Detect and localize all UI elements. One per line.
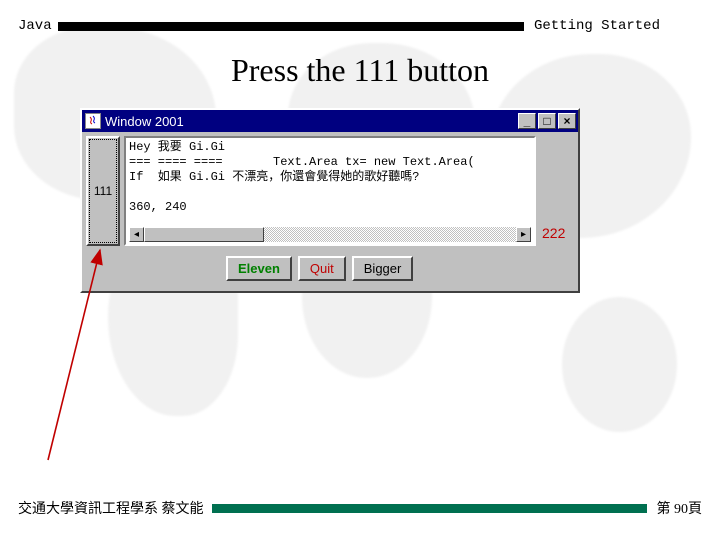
111-button[interactable]: 111 [86, 136, 120, 246]
footer-divider [212, 504, 647, 513]
footer-left: 交通大學資訊工程學系 蔡文能 [18, 498, 204, 518]
eleven-button[interactable]: Eleven [226, 256, 292, 281]
header-divider [58, 22, 524, 31]
titlebar-text: Window 2001 [105, 114, 516, 129]
slide-title: Press the 111 button [0, 52, 720, 89]
textarea-content: Hey 我要 Gi.Gi === ==== ==== Text.Area tx=… [129, 140, 531, 224]
header-right: Getting Started [534, 18, 660, 34]
quit-button[interactable]: Quit [298, 256, 346, 281]
close-button[interactable]: × [558, 113, 576, 129]
window-client: 111 Hey 我要 Gi.Gi === ==== ==== Text.Area… [82, 132, 578, 291]
maximize-button[interactable]: □ [538, 113, 556, 129]
scroll-right-button[interactable]: ▸ [516, 227, 531, 242]
header-left: Java [18, 18, 52, 34]
slide-footer: 交通大學資訊工程學系 蔡文能 第 90頁 [18, 498, 702, 518]
slide-header: Java Getting Started [18, 18, 660, 34]
titlebar[interactable]: Window 2001 _ □ × [82, 110, 578, 132]
java-cup-icon [85, 113, 101, 129]
bigger-button[interactable]: Bigger [352, 256, 414, 281]
scroll-left-button[interactable]: ◂ [129, 227, 144, 242]
scroll-thumb[interactable] [144, 227, 264, 242]
button-row: Eleven Quit Bigger [86, 246, 574, 287]
222-label: 222 [542, 225, 565, 241]
footer-right: 第 90頁 [657, 498, 703, 518]
scroll-track[interactable] [144, 227, 516, 242]
app-window: Window 2001 _ □ × 111 Hey 我要 Gi.Gi === =… [80, 108, 580, 293]
textarea[interactable]: Hey 我要 Gi.Gi === ==== ==== Text.Area tx=… [124, 136, 536, 246]
h-scrollbar[interactable]: ◂ ▸ [129, 227, 531, 242]
minimize-button[interactable]: _ [518, 113, 536, 129]
